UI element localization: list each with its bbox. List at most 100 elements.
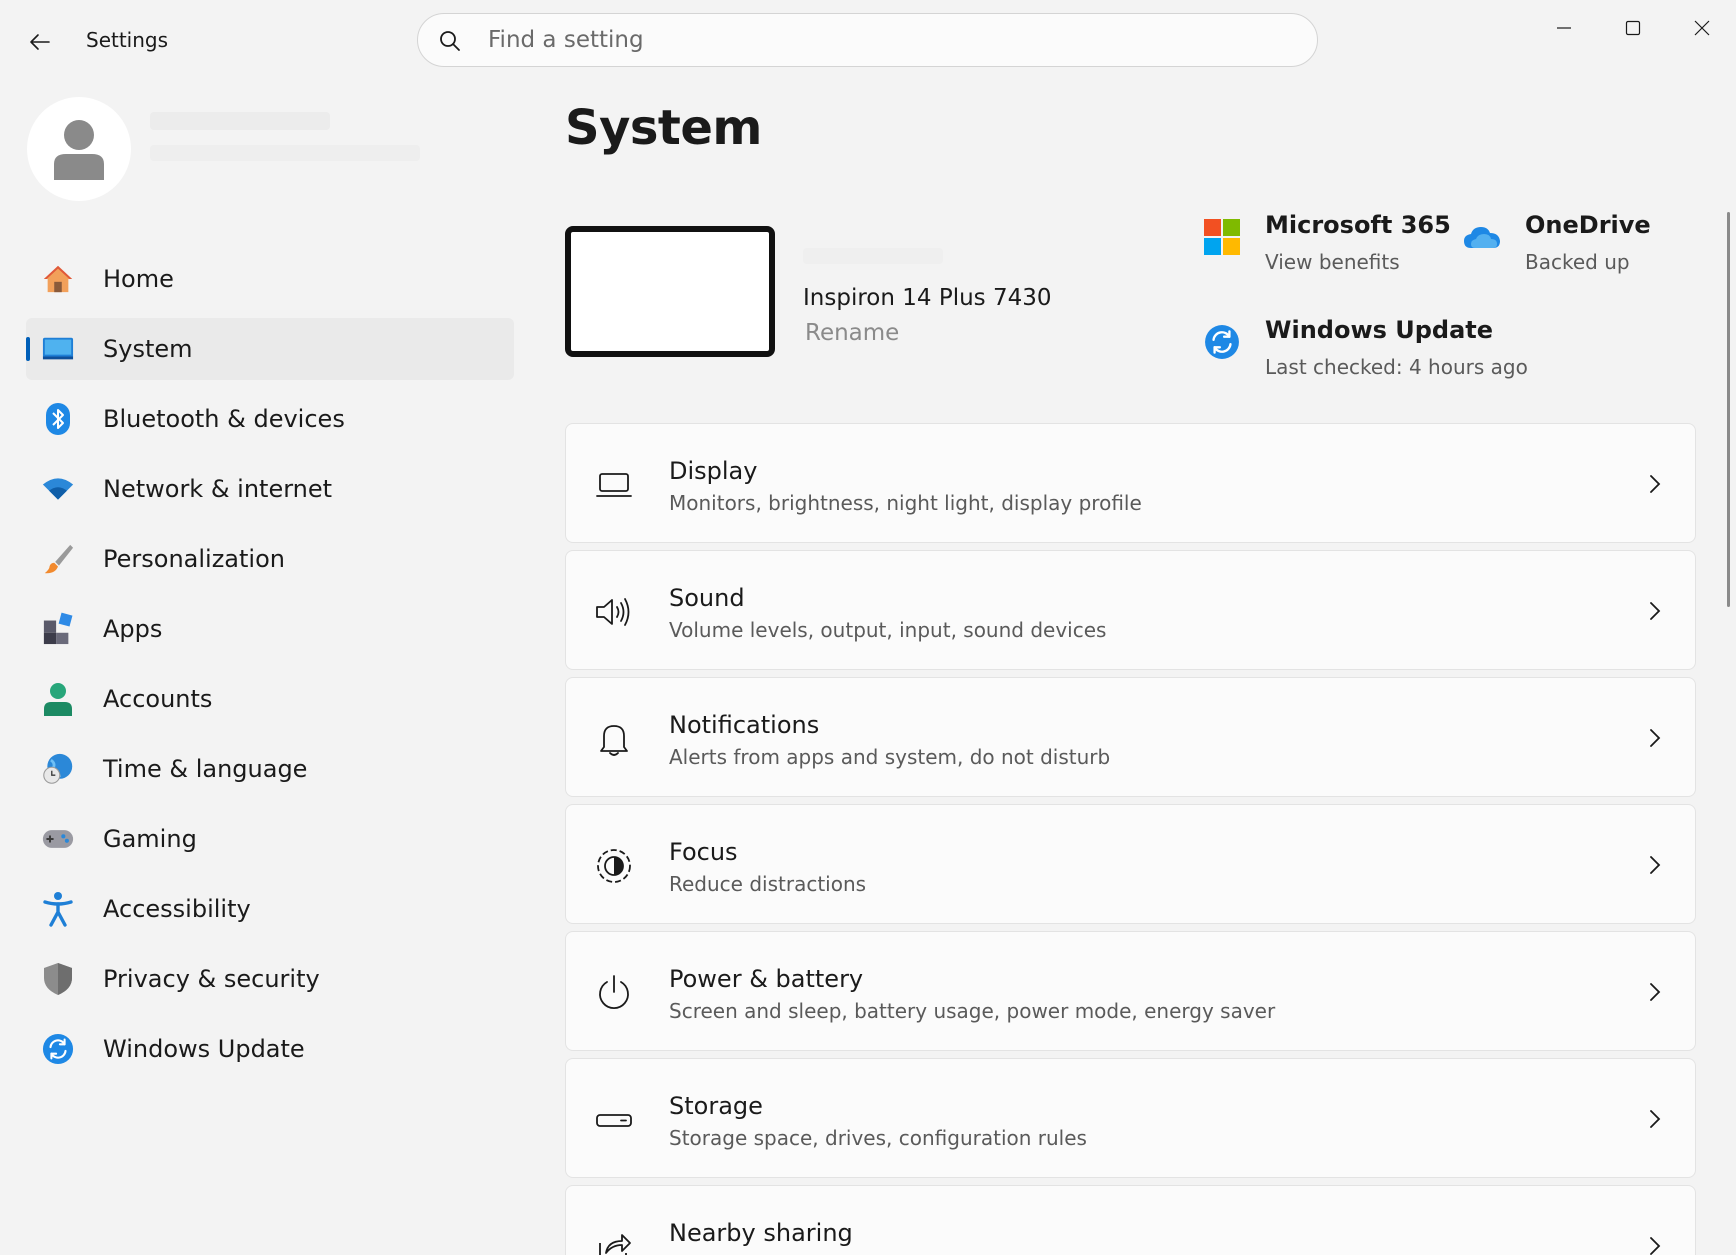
chevron-right-icon — [1645, 472, 1665, 496]
sidebar-item-label: Gaming — [103, 825, 197, 853]
profile-email-redacted — [150, 145, 420, 161]
sidebar-item-accessibility[interactable]: Accessibility — [26, 878, 514, 940]
sidebar-item-label: Home — [103, 265, 174, 293]
sidebar-item-system[interactable]: System — [26, 318, 514, 380]
search-box[interactable] — [417, 13, 1318, 67]
card-title: Focus — [669, 838, 738, 866]
sidebar-item-network[interactable]: Network & internet — [26, 458, 514, 520]
sidebar-item-accounts[interactable]: Accounts — [26, 668, 514, 730]
tile-subtitle: Backed up — [1525, 250, 1630, 274]
speaker-icon — [594, 592, 634, 632]
sidebar-item-apps[interactable]: Apps — [26, 598, 514, 660]
chevron-right-icon — [1645, 1234, 1665, 1255]
focus-card[interactable]: Focus Reduce distractions — [565, 804, 1696, 924]
chevron-right-icon — [1645, 726, 1665, 750]
focus-icon — [594, 846, 634, 886]
sidebar-item-time-language[interactable]: Time & language — [26, 738, 514, 800]
notifications-card[interactable]: Notifications Alerts from apps and syste… — [565, 677, 1696, 797]
laptop-icon — [594, 465, 634, 505]
sidebar-item-label: Network & internet — [103, 475, 333, 503]
sidebar-item-gaming[interactable]: Gaming — [26, 808, 514, 870]
app-title: Settings — [86, 28, 169, 52]
sidebar-item-label: System — [103, 335, 193, 363]
gamepad-icon — [42, 823, 74, 855]
sidebar-item-personalization[interactable]: Personalization — [26, 528, 514, 590]
card-subtitle: Storage space, drives, configuration rul… — [669, 1126, 1087, 1150]
card-subtitle: Screen and sleep, battery usage, power m… — [669, 999, 1276, 1023]
storage-card[interactable]: Storage Storage space, drives, configura… — [565, 1058, 1696, 1178]
power-icon — [594, 973, 634, 1013]
sidebar-item-bluetooth[interactable]: Bluetooth & devices — [26, 388, 514, 450]
card-title: Nearby sharing — [669, 1219, 853, 1247]
card-subtitle: Volume levels, output, input, sound devi… — [669, 618, 1107, 642]
search-icon — [440, 31, 460, 51]
tile-title: Windows Update — [1265, 316, 1494, 344]
vertical-scrollbar[interactable] — [1727, 212, 1730, 607]
rename-link[interactable]: Rename — [805, 320, 899, 346]
chevron-right-icon — [1645, 980, 1665, 1004]
card-subtitle: Alerts from apps and system, do not dist… — [669, 745, 1111, 769]
card-subtitle: Reduce distractions — [669, 872, 867, 896]
page-title: System — [565, 100, 762, 156]
tile-title: OneDrive — [1525, 211, 1651, 239]
share-icon — [594, 1227, 634, 1255]
arrow-left-icon — [30, 34, 50, 50]
tile-subtitle: View benefits — [1265, 250, 1400, 274]
bluetooth-icon — [42, 403, 74, 435]
tile-title: Microsoft 365 — [1265, 211, 1451, 239]
apps-icon — [42, 612, 74, 645]
card-title: Power & battery — [669, 965, 864, 993]
user-icon — [54, 120, 104, 180]
close-icon — [1694, 20, 1710, 36]
sidebar-item-label: Personalization — [103, 545, 285, 573]
microsoft-logo-icon — [1202, 217, 1242, 257]
sidebar-item-windows-update[interactable]: Windows Update — [26, 1018, 514, 1080]
chevron-right-icon — [1645, 599, 1665, 623]
accounts-icon — [42, 683, 74, 716]
brush-icon — [42, 543, 74, 575]
display-card[interactable]: Display Monitors, brightness, night ligh… — [565, 423, 1696, 543]
power-battery-card[interactable]: Power & battery Screen and sleep, batter… — [565, 931, 1696, 1051]
wifi-icon — [42, 473, 74, 505]
close-button[interactable] — [1674, 8, 1730, 48]
windows-update-icon — [1202, 322, 1242, 362]
card-title: Storage — [669, 1092, 763, 1120]
onedrive-cloud-icon — [1462, 217, 1502, 257]
sidebar-nav: Home System Bluetooth & devices Network … — [26, 248, 514, 1088]
search-input[interactable] — [488, 22, 1288, 58]
back-button[interactable] — [22, 24, 58, 60]
chevron-right-icon — [1645, 1107, 1665, 1131]
maximize-icon — [1625, 20, 1641, 36]
accessibility-icon — [42, 892, 74, 927]
shield-icon — [42, 963, 74, 995]
device-image — [565, 226, 775, 357]
avatar[interactable] — [27, 97, 131, 201]
card-title: Display — [669, 457, 758, 485]
nearby-sharing-card[interactable]: Nearby sharing — [565, 1185, 1696, 1255]
maximize-button[interactable] — [1605, 8, 1661, 48]
storage-icon — [594, 1100, 634, 1140]
card-title: Notifications — [669, 711, 820, 739]
sidebar-item-privacy[interactable]: Privacy & security — [26, 948, 514, 1010]
globe-clock-icon — [42, 753, 74, 785]
profile-name-redacted — [150, 112, 330, 130]
minimize-button[interactable] — [1536, 8, 1592, 48]
minimize-icon — [1557, 27, 1571, 29]
sound-card[interactable]: Sound Volume levels, output, input, soun… — [565, 550, 1696, 670]
sidebar-item-home[interactable]: Home — [26, 248, 514, 310]
sidebar-item-label: Privacy & security — [103, 965, 320, 993]
tile-subtitle: Last checked: 4 hours ago — [1265, 355, 1528, 379]
sidebar-item-label: Bluetooth & devices — [103, 405, 345, 433]
bell-icon — [594, 719, 634, 759]
chevron-right-icon — [1645, 853, 1665, 877]
device-label-redacted — [803, 248, 943, 264]
sidebar-item-label: Apps — [103, 615, 163, 643]
card-subtitle: Monitors, brightness, night light, displ… — [669, 491, 1142, 515]
sidebar-item-label: Time & language — [103, 755, 308, 783]
sidebar-item-label: Accessibility — [103, 895, 251, 923]
sidebar-item-label: Windows Update — [103, 1035, 305, 1063]
settings-list: Display Monitors, brightness, night ligh… — [565, 423, 1696, 1255]
windows-update-icon — [42, 1033, 74, 1065]
sidebar-item-label: Accounts — [103, 685, 213, 713]
device-name: Inspiron 14 Plus 7430 — [803, 285, 1052, 311]
